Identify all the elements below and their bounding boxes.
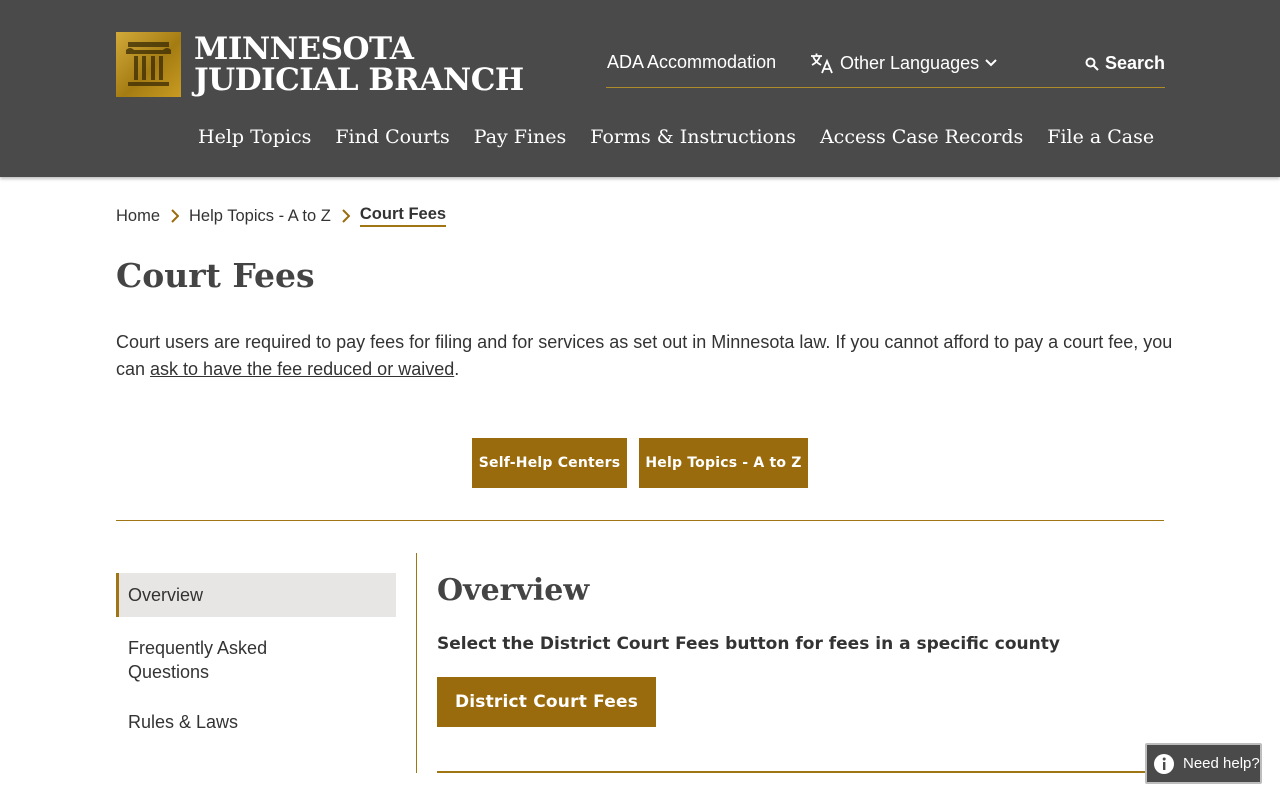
- logo-wordmark: MINNESOTA JUDICIAL BRANCH: [194, 30, 524, 98]
- utility-bar: ADA Accommodation Other Languages Search: [606, 52, 1165, 88]
- district-court-fees-button[interactable]: District Court Fees: [437, 677, 656, 727]
- need-help-widget[interactable]: Need help?: [1145, 743, 1262, 784]
- nav-forms-instructions[interactable]: Forms & Instructions: [590, 126, 796, 148]
- site-header: MINNESOTA JUDICIAL BRANCH ADA Accommodat…: [0, 0, 1280, 177]
- info-icon: [1153, 753, 1175, 775]
- search-icon: [1085, 57, 1099, 71]
- chevron-right-icon: [342, 209, 350, 223]
- breadcrumb-current: Court Fees: [359, 205, 447, 227]
- self-help-centers-button[interactable]: Self-Help Centers: [472, 438, 627, 488]
- page-title: Court Fees: [116, 256, 315, 295]
- breadcrumb: Home Help Topics - A to Z Court Fees: [116, 205, 447, 227]
- logo-line-1: MINNESOTA: [194, 30, 414, 67]
- nav-find-courts[interactable]: Find Courts: [335, 126, 449, 148]
- ada-accommodation-link[interactable]: ADA Accommodation: [607, 52, 776, 73]
- fee-waiver-link[interactable]: ask to have the fee reduced or waived: [150, 359, 454, 379]
- side-nav-rules-laws[interactable]: Rules & Laws: [116, 712, 396, 733]
- nav-access-case-records[interactable]: Access Case Records: [820, 126, 1023, 148]
- chevron-right-icon: [171, 209, 180, 223]
- nav-pay-fines[interactable]: Pay Fines: [474, 126, 567, 148]
- site-logo[interactable]: MINNESOTA JUDICIAL BRANCH: [116, 32, 524, 97]
- other-languages-label: Other Languages: [840, 52, 980, 73]
- side-nav-overview[interactable]: Overview: [116, 573, 396, 617]
- chevron-down-icon: [985, 59, 997, 67]
- nav-help-topics[interactable]: Help Topics: [198, 126, 311, 148]
- other-languages-dropdown[interactable]: Other Languages: [810, 52, 997, 74]
- vertical-divider: [416, 553, 417, 773]
- intro-end: .: [454, 359, 460, 379]
- side-nav: Overview Frequently Asked Questions Rule…: [116, 573, 396, 733]
- search-label: Search: [1104, 53, 1165, 73]
- translate-icon: [810, 52, 834, 74]
- overview-instructions: Select the District Court Fees button fo…: [437, 634, 1060, 654]
- logo-line-2: JUDICIAL BRANCH: [194, 61, 524, 98]
- breadcrumb-home[interactable]: Home: [116, 207, 160, 226]
- main-nav: Help Topics Find Courts Pay Fines Forms …: [198, 126, 1178, 148]
- pillar-logo-icon: [116, 32, 181, 97]
- nav-file-a-case[interactable]: File a Case: [1047, 126, 1154, 148]
- need-help-label: Need help?: [1183, 755, 1260, 772]
- help-topics-a-to-z-button[interactable]: Help Topics - A to Z: [639, 438, 808, 488]
- section-divider: [116, 520, 1164, 521]
- search-button[interactable]: Search: [1085, 53, 1165, 74]
- overview-heading: Overview: [437, 573, 590, 608]
- content-divider: [437, 771, 1157, 773]
- breadcrumb-help-topics[interactable]: Help Topics - A to Z: [189, 207, 331, 226]
- side-nav-faq[interactable]: Frequently Asked Questions: [116, 636, 316, 684]
- intro-paragraph: Court users are required to pay fees for…: [116, 329, 1176, 383]
